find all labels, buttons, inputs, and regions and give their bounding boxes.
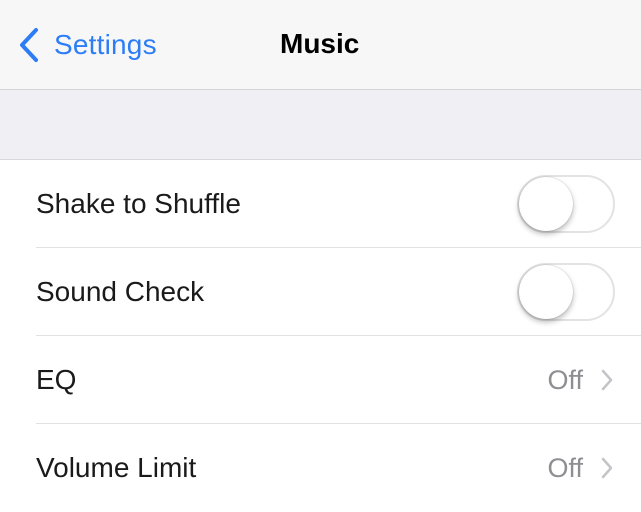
group-header-spacer	[0, 90, 641, 160]
switch-knob	[519, 177, 573, 231]
row-sound-check: Sound Check	[0, 248, 641, 336]
volume-limit-detail: Off	[547, 453, 613, 484]
back-button-label: Settings	[54, 29, 157, 60]
back-button[interactable]: Settings	[18, 22, 157, 68]
chevron-right-icon	[601, 369, 613, 391]
row-shake-to-shuffle: Shake to Shuffle	[0, 160, 641, 248]
row-label: Volume Limit	[36, 452, 197, 483]
settings-list: Shake to Shuffle Sound Check EQ Off Volu…	[0, 160, 641, 512]
row-eq[interactable]: EQ Off	[0, 336, 641, 424]
navigation-bar: Settings Music	[0, 0, 641, 90]
sound-check-switch[interactable]	[517, 263, 615, 321]
switch-knob	[519, 265, 573, 319]
chevron-right-icon	[601, 457, 613, 479]
volume-limit-value: Off	[547, 452, 583, 483]
eq-value: Off	[547, 364, 583, 395]
row-label: EQ	[36, 364, 77, 395]
row-label: Shake to Shuffle	[36, 188, 241, 219]
eq-detail: Off	[547, 365, 613, 396]
row-label: Sound Check	[36, 276, 205, 307]
chevron-left-icon	[18, 27, 40, 63]
page-title: Music	[280, 28, 360, 59]
shake-to-shuffle-switch[interactable]	[517, 175, 615, 233]
row-volume-limit[interactable]: Volume Limit Off	[0, 424, 641, 512]
